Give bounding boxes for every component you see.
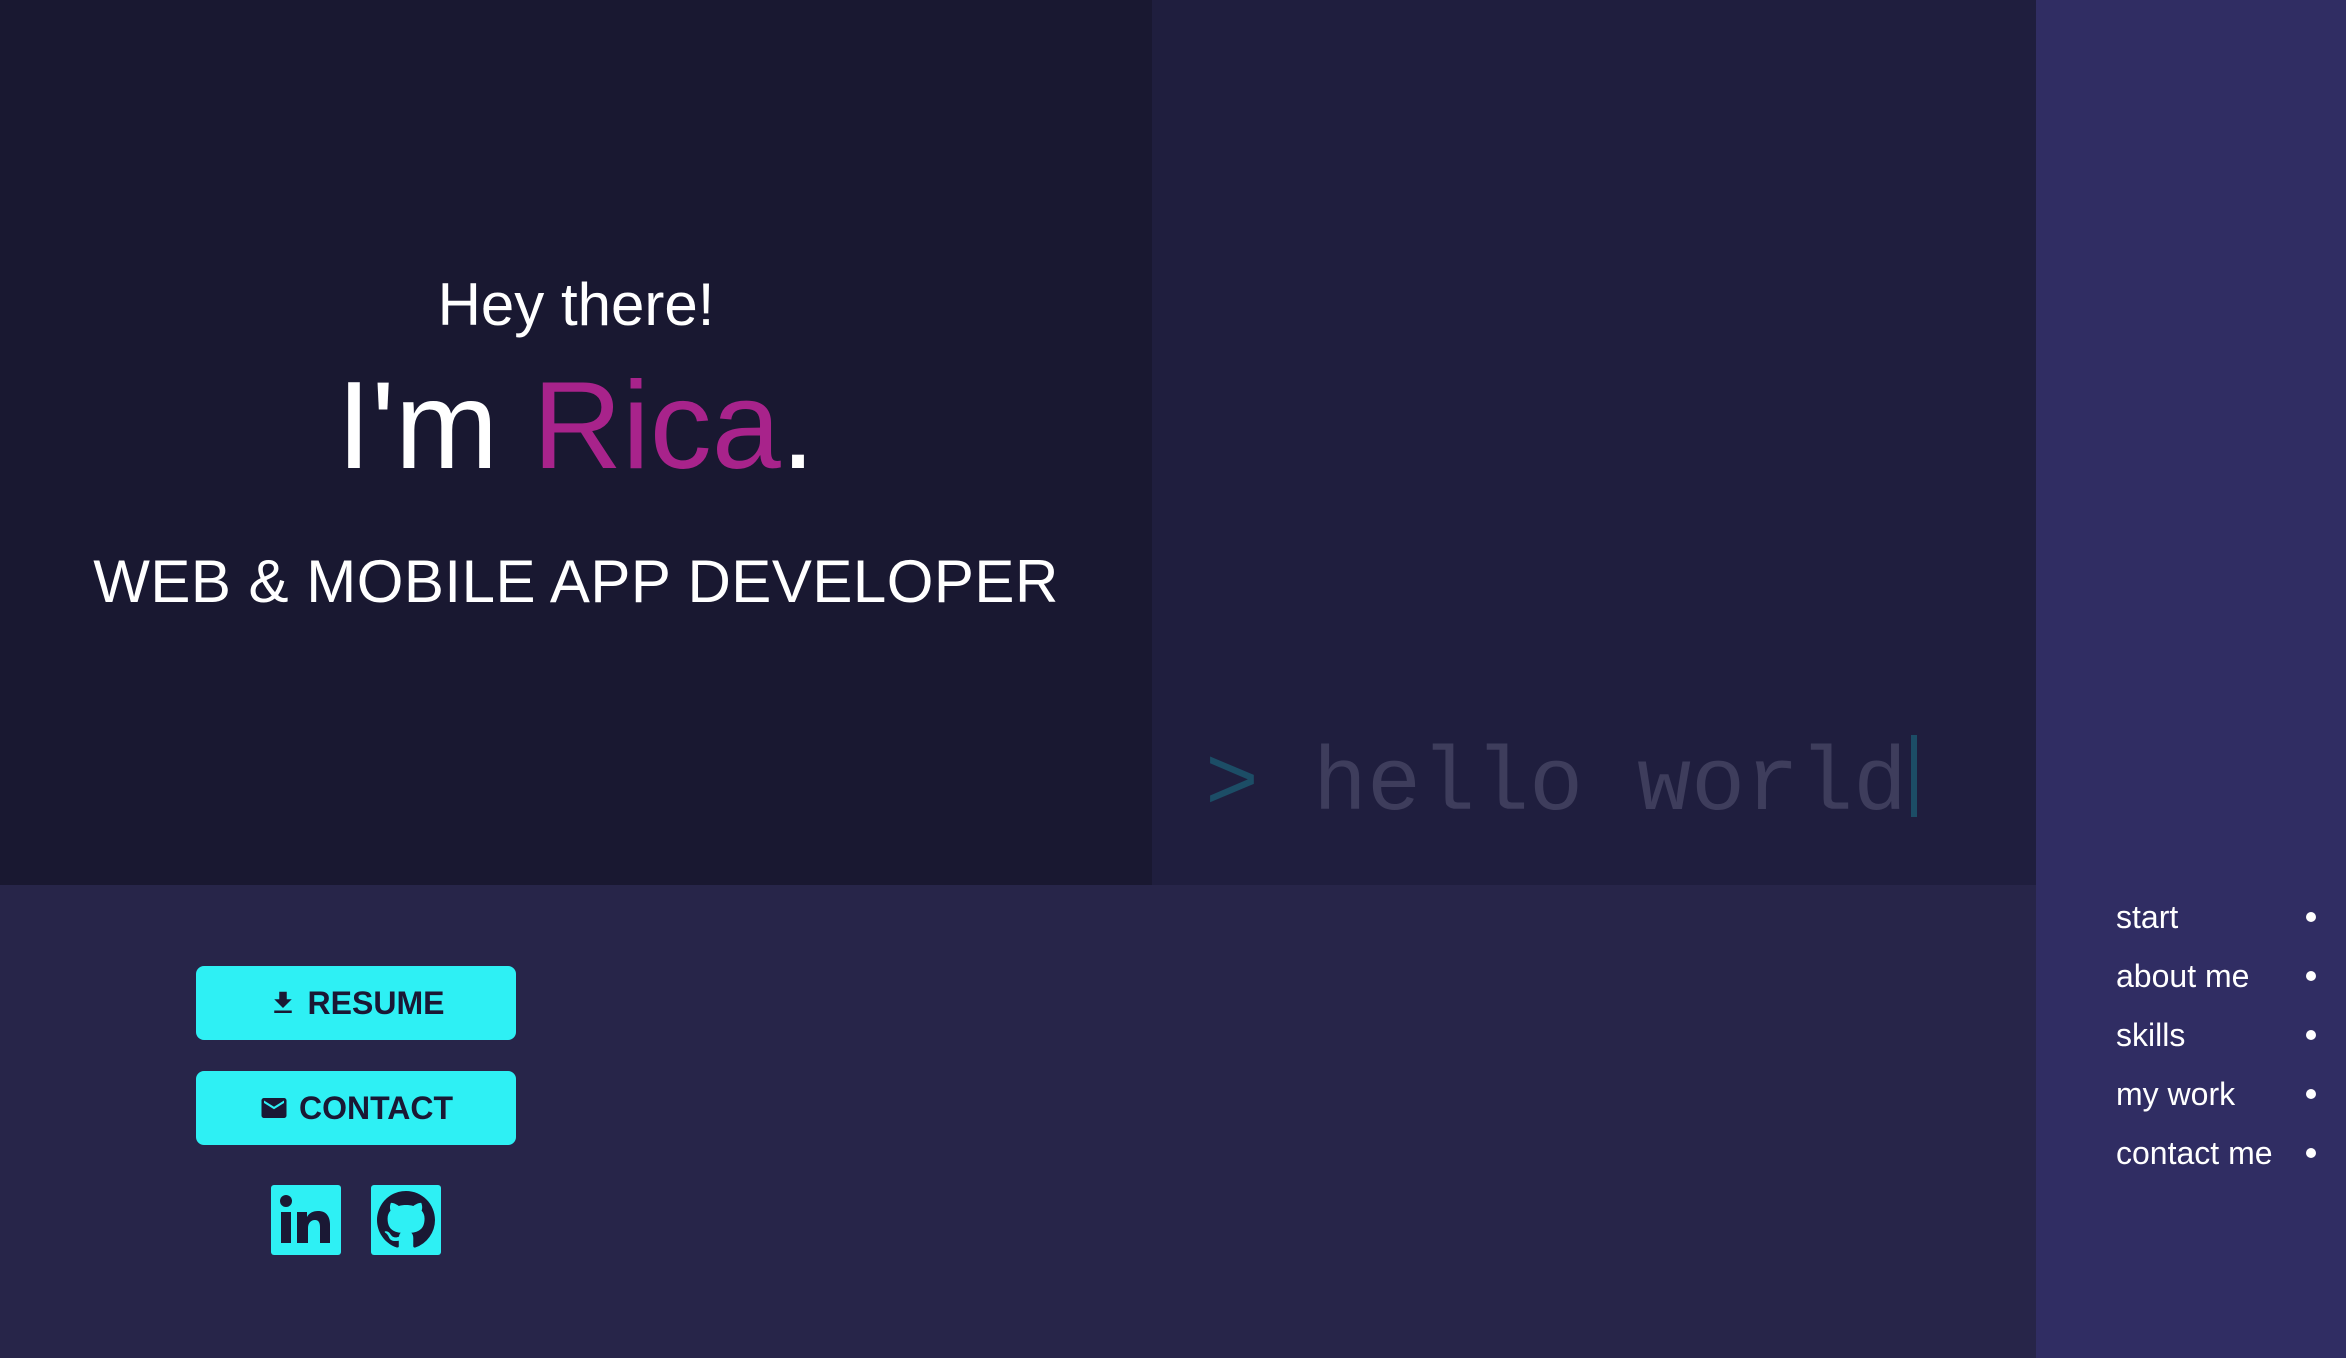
nav-label: contact me [2116, 1135, 2273, 1171]
mail-icon [259, 1093, 289, 1123]
terminal-text: hello world [1313, 735, 1908, 837]
nav-item-my-work[interactable]: my work [2116, 1070, 2316, 1118]
hero-role: WEB & MOBILE APP DEVELOPER [93, 548, 1059, 615]
nav-label: start [2116, 899, 2179, 935]
nav-dot-icon [2306, 1030, 2316, 1040]
terminal-prompt: > [1205, 735, 1260, 837]
contact-label: CONTACT [298, 1089, 454, 1126]
download-icon [268, 988, 298, 1018]
linkedin-icon [280, 1195, 330, 1243]
intro-prefix: I'm [336, 357, 533, 495]
nav-dot-icon [2306, 971, 2316, 981]
github-link[interactable] [371, 1185, 441, 1255]
nav-label: my work [2116, 1076, 2236, 1112]
nav-label: skills [2116, 1017, 2186, 1053]
nav-dot-icon [2306, 1089, 2316, 1099]
resume-label: RESUME [307, 984, 445, 1021]
resume-button[interactable]: RESUME [196, 966, 516, 1040]
terminal-caret [1911, 735, 1918, 817]
nav-dot-icon [2306, 1148, 2316, 1158]
nav-item-about-me[interactable]: about me [2116, 952, 2316, 1000]
nav-label: about me [2116, 958, 2250, 994]
terminal-line: > hello world [1205, 735, 1918, 837]
hero-greeting: Hey there! [437, 271, 715, 338]
hero-intro: I'm Rica. [0, 356, 1152, 496]
nav-item-contact-me[interactable]: contact me [2116, 1129, 2316, 1177]
nav-item-skills[interactable]: skills [2116, 1011, 2316, 1059]
github-icon [377, 1191, 435, 1248]
nav-dot-icon [2306, 912, 2316, 922]
nav-item-start[interactable]: start [2116, 893, 2316, 941]
hero-name: Rica [532, 357, 781, 495]
intro-suffix: . [780, 357, 816, 495]
portfolio-page: Hey there! I'm Rica. WEB & MOBILE APP DE… [0, 0, 2346, 1358]
contact-button[interactable]: CONTACT [196, 1071, 516, 1145]
linkedin-link[interactable] [271, 1185, 341, 1255]
